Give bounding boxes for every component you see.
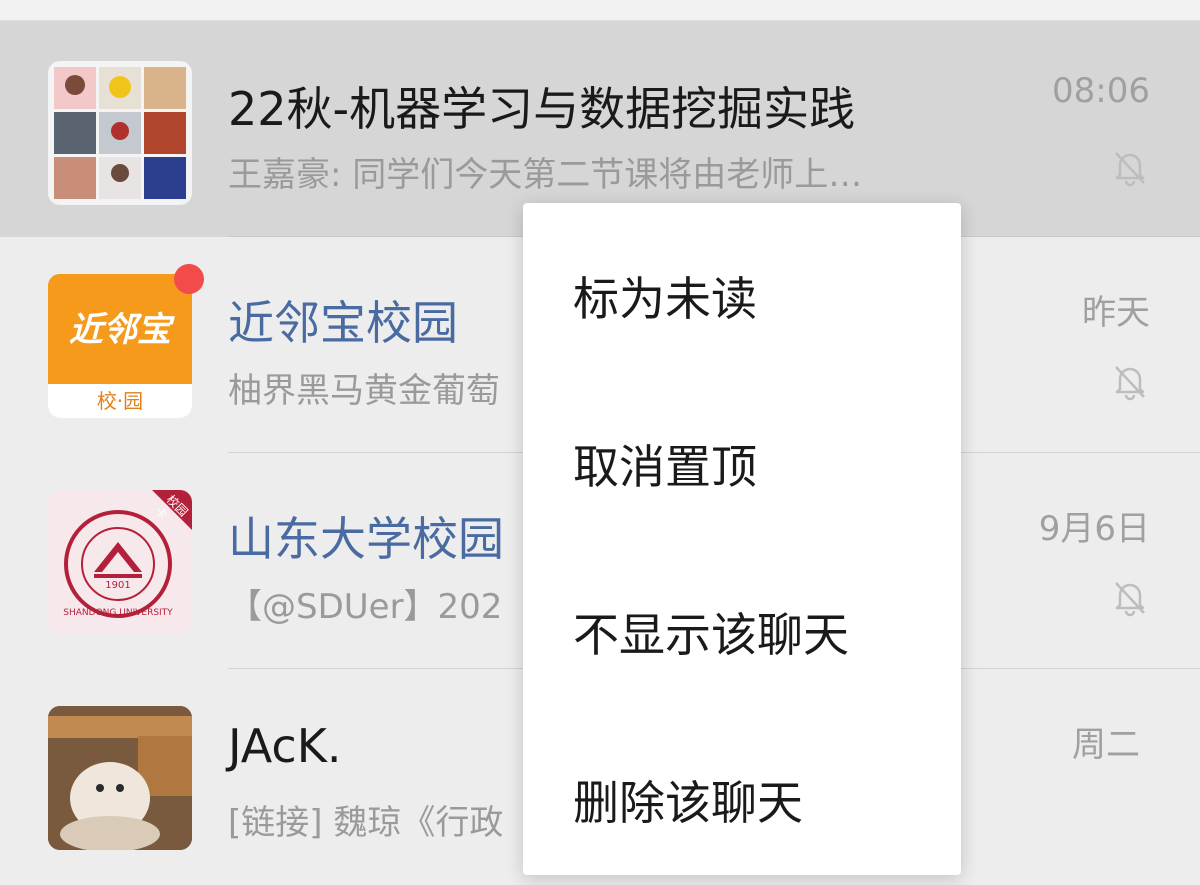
chat-title: 22秋-机器学习与数据挖掘实践 — [228, 82, 856, 136]
emblem-ring-text: SHANDONG UNIVERSITY — [63, 608, 173, 618]
chat-title: JAcK. — [228, 719, 342, 773]
status-bar-edge — [0, 0, 1200, 21]
chat-preview: 王嘉豪: 同学们今天第二节课将由老师上… — [228, 155, 863, 195]
avatar-sub-text: 校·园 — [48, 384, 192, 418]
mute-bell-icon — [1115, 582, 1145, 617]
chat-context-menu: 标为未读 取消置顶 不显示该聊天 删除该聊天 — [523, 203, 961, 875]
unread-dot-badge — [174, 264, 204, 294]
chat-time: 9月6日 — [1038, 509, 1150, 549]
jinlinbao-avatar: 近邻宝 校·园 — [48, 274, 192, 418]
contact-avatar — [48, 706, 192, 850]
chat-title: 近邻宝校园 — [228, 296, 458, 350]
menu-item-mark-unread[interactable]: 标为未读 — [573, 263, 757, 329]
chat-title: 山东大学校园 — [228, 512, 504, 566]
chat-preview: 柚界黑马黄金葡萄 — [228, 371, 500, 411]
menu-item-hide-chat[interactable]: 不显示该聊天 — [573, 599, 849, 665]
group-avatar — [48, 61, 192, 205]
chat-time: 昨天 — [1082, 293, 1150, 333]
chat-time: 08:06 — [1052, 71, 1150, 111]
chat-preview: 【@SDUer】202 — [228, 587, 503, 627]
chat-time: 周二 — [1072, 725, 1140, 765]
sdu-avatar: 1901 SHANDONG UNIVERSITY 校园卡 — [48, 490, 192, 634]
dog-photo — [48, 706, 192, 850]
chat-preview: [链接] 魏琼《行政 — [228, 803, 504, 843]
mute-bell-icon — [1115, 366, 1145, 401]
emblem-year: 1901 — [105, 580, 131, 591]
avatar-logo-text: 近邻宝 — [69, 310, 171, 350]
group-avatar-grid — [54, 67, 186, 199]
mute-bell-icon — [1115, 152, 1145, 187]
menu-item-unpin[interactable]: 取消置顶 — [573, 431, 757, 497]
menu-item-delete-chat[interactable]: 删除该聊天 — [573, 767, 803, 833]
